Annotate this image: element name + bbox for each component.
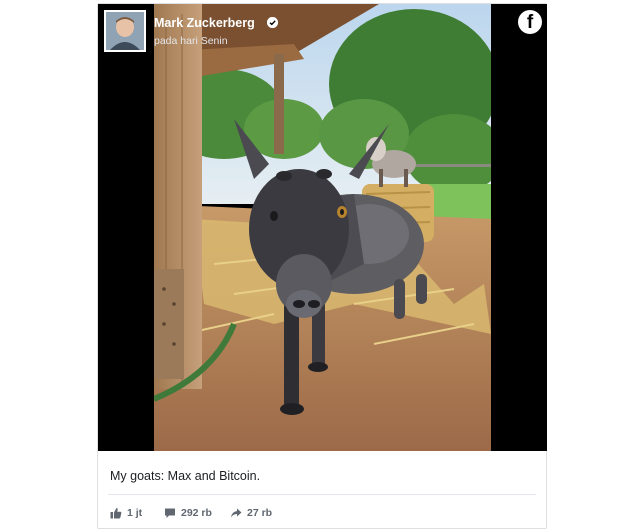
post-media[interactable]: Mark Zuckerberg pada hari Senin f: [98, 4, 547, 451]
post-stats: 1 jt 292 rb 27 rb: [110, 505, 530, 521]
share-stat[interactable]: 27 rb: [230, 505, 272, 521]
goat-photo[interactable]: [154, 4, 491, 451]
like-stat[interactable]: 1 jt: [110, 505, 142, 521]
facebook-logo-icon[interactable]: f: [518, 10, 542, 34]
like-count: 1 jt: [127, 507, 143, 519]
embedded-post-card: Mark Zuckerberg pada hari Senin f My goa…: [97, 3, 547, 529]
facebook-logo-letter: f: [526, 12, 534, 33]
comment-count: 292 rb: [181, 507, 212, 519]
share-count: 27 rb: [247, 507, 273, 519]
post-caption: My goats: Max and Bitcoin.: [110, 469, 261, 483]
thumbs-up-icon: [110, 507, 122, 519]
author-name[interactable]: Mark Zuckerberg: [154, 16, 255, 30]
post-timestamp[interactable]: pada hari Senin: [154, 35, 228, 47]
verified-badge-icon: [267, 17, 278, 28]
stats-divider: [108, 494, 536, 495]
comment-bubble-icon: [164, 507, 176, 519]
share-arrow-icon: [230, 507, 242, 519]
author-avatar[interactable]: [104, 10, 146, 52]
post-author-header: Mark Zuckerberg pada hari Senin: [104, 10, 404, 52]
comment-stat[interactable]: 292 rb: [164, 505, 212, 521]
